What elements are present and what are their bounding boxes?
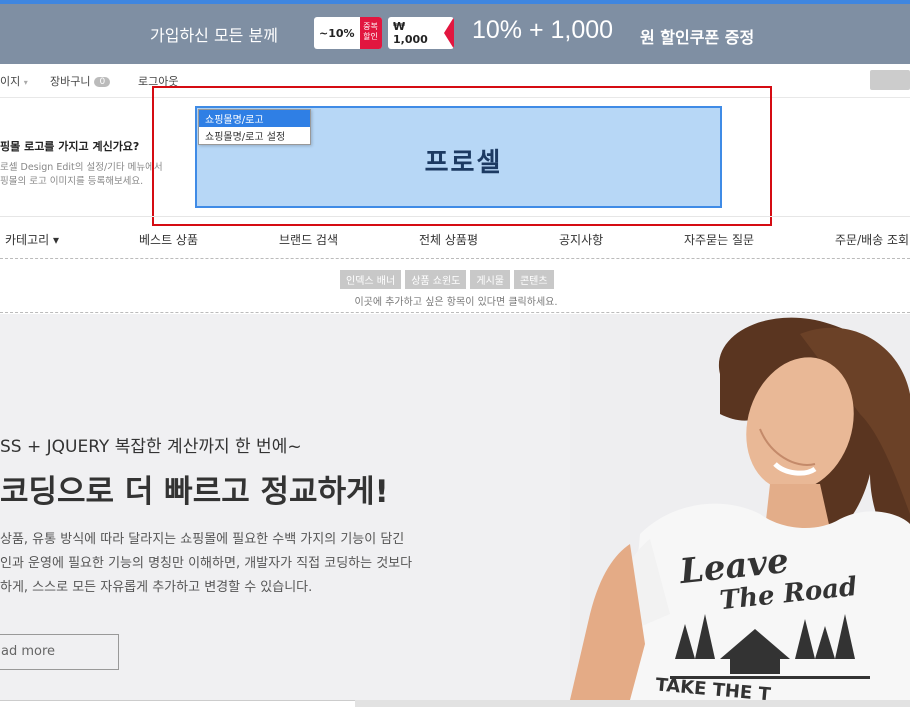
edit-index-banner-button[interactable]: 인덱스 배너 xyxy=(340,270,402,289)
edit-showwindow-button[interactable]: 상품 쇼윈도 xyxy=(405,270,467,289)
promo-text: 가입하신 모든 분께 xyxy=(150,26,278,45)
cart-count-badge: 0 xyxy=(94,77,111,87)
context-menu-item-logo-settings[interactable]: 쇼핑몰명/로고 설정 xyxy=(199,127,310,144)
hero-subtitle: SS + JQUERY 복잡한 계산까지 한 번에~ xyxy=(0,437,302,457)
edit-post-button[interactable]: 게시물 xyxy=(470,270,510,289)
edit-strip[interactable]: 인덱스 배너 상품 쇼윈도 게시물 콘텐츠 이곳에 추가하고 싶은 항목이 있다… xyxy=(0,258,910,313)
coupon-arrow-icon xyxy=(444,17,454,49)
coupon-percent-value: ~10% xyxy=(319,26,355,40)
hero-section: SS + JQUERY 복잡한 계산까지 한 번에~ 코딩으로 더 빠르고 정교… xyxy=(0,314,910,700)
promo-banner[interactable]: 가입하신 모든 분께 ~10% 중복 할인 ₩ 1,000 10% + 1,00… xyxy=(0,0,910,64)
promo-headline: 10% + 1,000 xyxy=(472,16,614,44)
promo-headline-sub: 원 할인쿠폰 증정 xyxy=(640,28,755,47)
cart-link[interactable]: 장바구니 0 xyxy=(50,73,111,89)
nav-best[interactable]: 베스트 상품 xyxy=(139,231,198,248)
edit-hint: 이곳에 추가하고 싶은 항목이 있다면 클릭하세요. xyxy=(354,297,558,308)
chevron-down-icon: ▾ xyxy=(23,78,28,87)
bottom-scroll-bar xyxy=(0,700,910,707)
logo-help: 핑몰 로고를 가지고 계신가요? 로셀 Design Edit의 설정/기타 메… xyxy=(0,138,163,189)
coupon-duplicate-tag: 중복 할인 xyxy=(359,17,382,49)
coupon-won: ₩ 1,000 xyxy=(388,17,454,49)
coupon-percent: ~10% 중복 할인 xyxy=(314,17,382,49)
nav-faq[interactable]: 자주묻는 질문 xyxy=(684,231,754,248)
main-nav: 카테고리 ▾ 베스트 상품 브랜드 검색 전체 상품평 공지사항 자주묻는 질문… xyxy=(0,216,910,258)
edit-buttons: 인덱스 배너 상품 쇼윈도 게시물 콘텐츠 xyxy=(340,270,554,289)
context-menu: 쇼핑몰명/로고 쇼핑몰명/로고 설정 xyxy=(198,109,311,145)
logo-help-title: 핑몰 로고를 가지고 계신가요? xyxy=(0,140,140,153)
context-menu-item-logo[interactable]: 쇼핑몰명/로고 xyxy=(199,110,310,127)
coupon-won-value: ₩ 1,000 xyxy=(393,20,428,46)
nav-notice[interactable]: 공지사항 xyxy=(559,231,603,248)
mypage-link[interactable]: 이지 ▾ xyxy=(0,73,28,89)
nav-category[interactable]: 카테고리 ▾ xyxy=(5,231,59,248)
read-more-button[interactable]: ad more xyxy=(0,634,119,670)
nav-reviews[interactable]: 전체 상품평 xyxy=(419,231,478,248)
hero-description: 상품, 유통 방식에 따라 달라지는 쇼핑몰에 필요한 수백 가지의 기능이 담… xyxy=(0,532,413,595)
hero-title: 코딩으로 더 빠르고 정교하게! xyxy=(0,474,389,510)
edit-content-button[interactable]: 콘텐츠 xyxy=(513,270,554,289)
logo-help-desc: 로셀 Design Edit의 설정/기타 메뉴에서 핑몰의 로고 이미지를 등… xyxy=(0,162,163,187)
nav-order-track[interactable]: 주문/배송 조회 xyxy=(835,231,909,248)
hero-model-image: Leave The Road TAKE THE T xyxy=(570,314,910,700)
search-box[interactable] xyxy=(870,70,910,90)
nav-brand-search[interactable]: 브랜드 검색 xyxy=(279,231,338,248)
brand-logo-text: 프로셀 xyxy=(424,147,503,178)
